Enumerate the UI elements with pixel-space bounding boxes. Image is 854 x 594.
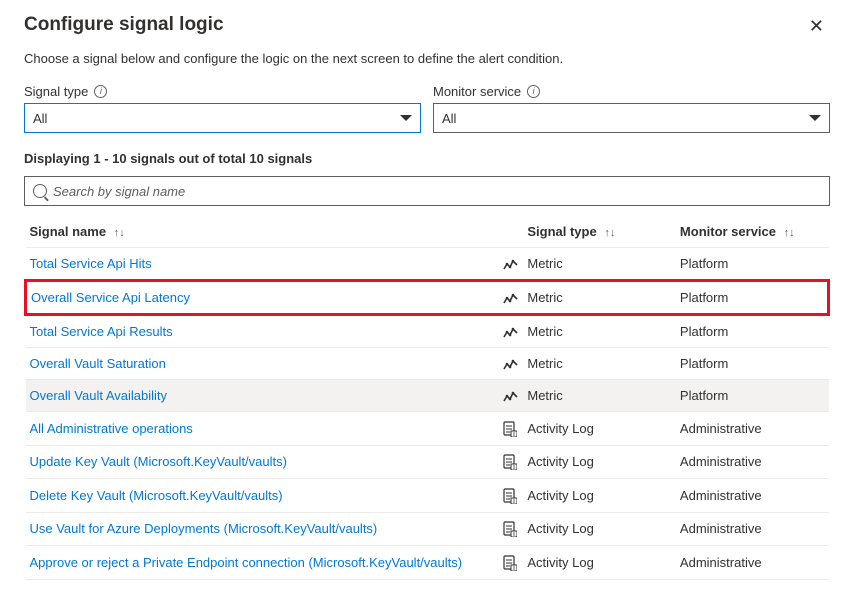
signal-name-link[interactable]: Overall Vault Availability (30, 388, 168, 403)
table-row[interactable]: Update Key Vault (Microsoft.KeyVault/vau… (26, 445, 829, 479)
table-row[interactable]: Total Service Api Hits MetricPlatform (26, 248, 829, 281)
sort-icon: ↑↓ (784, 227, 795, 239)
search-box[interactable] (24, 176, 830, 206)
info-icon[interactable]: i (527, 85, 540, 98)
metric-icon (503, 356, 519, 371)
table-row[interactable]: Overall Vault Saturation MetricPlatform (26, 348, 829, 380)
signal-name-link[interactable]: Total Service Api Results (30, 324, 173, 339)
signal-type-cell: Metric (523, 281, 676, 315)
metric-icon (503, 290, 519, 305)
signal-type-cell: Activity Log (523, 445, 676, 479)
signal-name-link[interactable]: All Administrative operations (30, 421, 193, 436)
monitor-service-cell: Platform (676, 281, 829, 315)
search-input[interactable] (53, 184, 821, 199)
column-header-icon (499, 216, 523, 248)
metric-icon (503, 256, 519, 271)
signal-type-cell: Activity Log (523, 546, 676, 580)
monitor-service-cell: Platform (676, 315, 829, 348)
results-count: Displaying 1 - 10 signals out of total 1… (24, 151, 830, 166)
close-icon[interactable]: ✕ (803, 14, 830, 39)
monitor-service-value: All (442, 111, 456, 126)
signal-type-cell: Activity Log (523, 512, 676, 546)
signal-type-cell: Activity Log (523, 412, 676, 446)
signal-type-label: Signal type (24, 84, 88, 99)
monitor-service-cell: Administrative (676, 479, 829, 513)
signals-table: Signal name ↑↓ Signal type ↑↓ Monitor se… (24, 216, 830, 580)
signal-type-cell: Activity Log (523, 479, 676, 513)
monitor-service-cell: Administrative (676, 445, 829, 479)
signal-type-cell: Metric (523, 248, 676, 281)
signal-type-value: All (33, 111, 47, 126)
column-header-type[interactable]: Signal type ↑↓ (523, 216, 676, 248)
monitor-service-cell: Platform (676, 248, 829, 281)
signal-type-cell: Metric (523, 315, 676, 348)
signal-name-link[interactable]: Overall Service Api Latency (31, 290, 190, 305)
chevron-down-icon (809, 115, 821, 121)
monitor-service-cell: Administrative (676, 512, 829, 546)
info-icon[interactable]: i (94, 85, 107, 98)
signal-name-link[interactable]: Approve or reject a Private Endpoint con… (30, 555, 463, 570)
monitor-service-cell: Administrative (676, 412, 829, 446)
search-icon (33, 184, 47, 198)
column-header-name[interactable]: Signal name ↑↓ (26, 216, 500, 248)
activity-log-icon (503, 454, 517, 469)
signal-name-link[interactable]: Overall Vault Saturation (30, 356, 166, 371)
monitor-service-cell: Administrative (676, 546, 829, 580)
table-row[interactable]: Approve or reject a Private Endpoint con… (26, 546, 829, 580)
signal-name-link[interactable]: Total Service Api Hits (30, 256, 152, 271)
activity-log-icon (503, 554, 517, 569)
monitor-service-cell: Platform (676, 348, 829, 380)
signal-type-cell: Metric (523, 380, 676, 412)
dialog-subtitle: Choose a signal below and configure the … (24, 51, 830, 66)
metric-icon (503, 324, 519, 339)
signal-name-link[interactable]: Use Vault for Azure Deployments (Microso… (30, 521, 378, 536)
dialog-title: Configure signal logic (24, 14, 224, 36)
monitor-service-label: Monitor service (433, 84, 521, 99)
table-row[interactable]: Total Service Api Results MetricPlatform (26, 315, 829, 348)
sort-icon: ↑↓ (604, 227, 615, 239)
table-row[interactable]: Delete Key Vault (Microsoft.KeyVault/vau… (26, 479, 829, 513)
table-row[interactable]: Overall Vault Availability MetricPlatform (26, 380, 829, 412)
filter-signal-type: Signal type i All (24, 84, 421, 133)
table-row[interactable]: All Administrative operations Activity Lo… (26, 412, 829, 446)
signal-name-link[interactable]: Delete Key Vault (Microsoft.KeyVault/vau… (30, 488, 283, 503)
activity-log-icon (503, 420, 517, 435)
table-row[interactable]: Overall Service Api Latency MetricPlatfor… (26, 281, 829, 315)
activity-log-icon (503, 487, 517, 502)
sort-icon: ↑↓ (114, 227, 125, 239)
table-row[interactable]: Use Vault for Azure Deployments (Microso… (26, 512, 829, 546)
signal-type-select[interactable]: All (24, 103, 421, 133)
signal-type-cell: Metric (523, 348, 676, 380)
metric-icon (503, 388, 519, 403)
column-header-service[interactable]: Monitor service ↑↓ (676, 216, 829, 248)
filter-monitor-service: Monitor service i All (433, 84, 830, 133)
signal-name-link[interactable]: Update Key Vault (Microsoft.KeyVault/vau… (30, 454, 287, 469)
monitor-service-select[interactable]: All (433, 103, 830, 133)
chevron-down-icon (400, 115, 412, 121)
activity-log-icon (503, 521, 517, 536)
monitor-service-cell: Platform (676, 380, 829, 412)
